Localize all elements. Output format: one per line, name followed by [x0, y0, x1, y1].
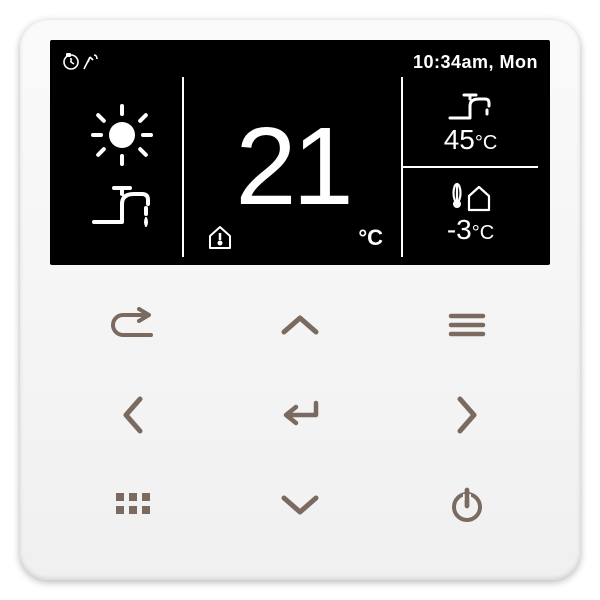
faucet-small-icon	[445, 88, 497, 124]
outdoor-temp-icon	[445, 180, 497, 214]
status-bar: 10:34am, Mon	[62, 48, 538, 76]
dhw-unit: °C	[475, 132, 497, 154]
setpoint-value: 21	[235, 112, 349, 222]
setpoint-unit: °C	[358, 225, 383, 251]
outdoor-value: -3	[447, 214, 472, 245]
outdoor-reading: -3°C	[403, 168, 538, 257]
back-button[interactable]	[50, 280, 217, 370]
sun-icon	[87, 100, 157, 170]
enter-button[interactable]	[217, 370, 384, 460]
display-content: 21 °C	[62, 76, 538, 257]
readings-column: 45°C -3°C	[401, 77, 538, 257]
left-button[interactable]	[50, 370, 217, 460]
faucet-icon	[86, 178, 158, 234]
right-button[interactable]	[383, 370, 550, 460]
mode-column	[62, 77, 184, 257]
menu-button[interactable]	[383, 280, 550, 370]
room-temp-icon	[206, 223, 234, 251]
up-button[interactable]	[217, 280, 384, 370]
clock-text: 10:34am, Mon	[413, 52, 538, 73]
dhw-value-row: 45°C	[444, 124, 498, 156]
dhw-reading: 45°C	[403, 77, 538, 168]
power-button[interactable]	[383, 460, 550, 550]
display-screen: 10:34am, Mon	[50, 40, 550, 265]
down-button[interactable]	[217, 460, 384, 550]
keypad	[50, 265, 550, 550]
grid-button[interactable]	[50, 460, 217, 550]
status-icons	[62, 49, 106, 75]
dhw-value: 45	[444, 124, 475, 155]
thermostat-device: 10:34am, Mon	[20, 20, 580, 580]
outdoor-value-row: -3°C	[447, 214, 494, 246]
outdoor-unit: °C	[472, 222, 494, 244]
setpoint-column: 21 °C	[184, 77, 401, 257]
schedule-mode-icon	[62, 49, 106, 75]
